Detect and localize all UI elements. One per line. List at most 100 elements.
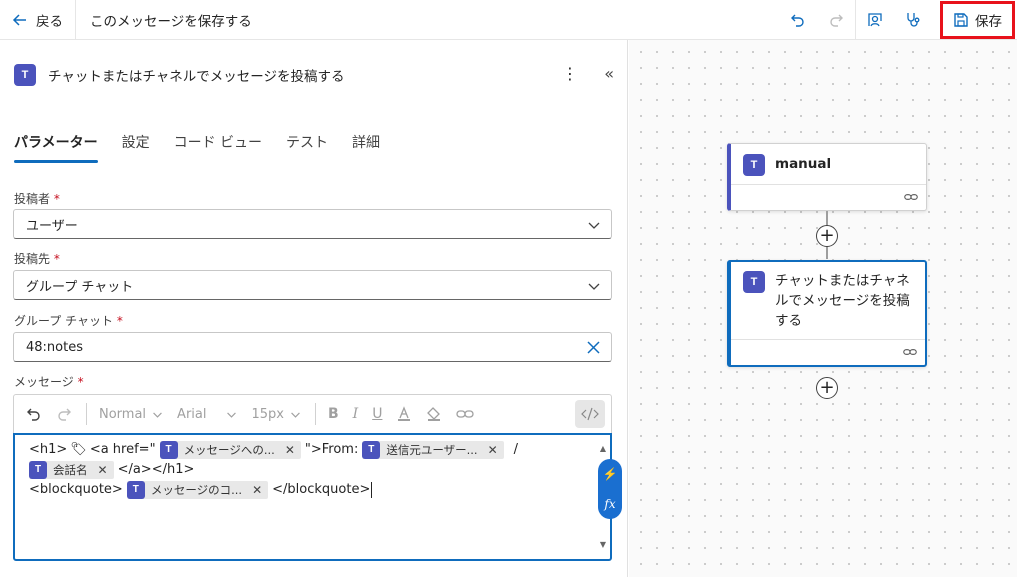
redo-button[interactable]: [817, 0, 855, 40]
flow-canvas: T manual + T チャットまたはチャネルでメッセージを投稿する +: [629, 40, 1017, 577]
group-chat-value: 48:notes: [26, 339, 83, 355]
action-panel: T チャットまたはチャネルでメッセージを投稿する ⋮ « パラメーター 設定 コ…: [0, 40, 628, 577]
tab-code-view[interactable]: コード ビュー: [174, 132, 262, 162]
top-actions: 保存: [779, 0, 1017, 40]
teams-icon: T: [126, 481, 145, 499]
divider: [314, 403, 316, 425]
link-icon: [904, 194, 918, 200]
editor-line: <h1> 🏷 <a href=" T メッセージへの... ✕ ">From: …: [29, 440, 596, 460]
back-arrow-icon: [12, 13, 26, 26]
flow-checker-button[interactable]: [856, 0, 894, 40]
underline-button[interactable]: U: [372, 406, 382, 422]
save-label: 保存: [975, 14, 1002, 30]
chevron-down-icon: [227, 412, 237, 418]
tab-test[interactable]: テスト: [286, 132, 328, 162]
back-button[interactable]: 戻る: [0, 0, 75, 40]
editor-toolbar: Normal Arial 15px B I U: [13, 394, 612, 433]
undo-icon: [791, 14, 804, 27]
plus-icon: +: [819, 377, 835, 398]
panel-tabs: パラメーター 設定 コード ビュー テスト 詳細: [14, 132, 380, 163]
plus-icon: +: [819, 225, 835, 246]
group-chat-input[interactable]: 48:notes: [13, 332, 612, 362]
stethoscope-icon: [907, 13, 920, 27]
bold-button[interactable]: B: [328, 406, 339, 422]
link-icon: [903, 349, 917, 355]
undo-icon: [27, 408, 40, 421]
fx-icon[interactable]: fx: [604, 494, 615, 514]
font-dropdown[interactable]: Arial: [177, 407, 237, 422]
editor-undo-button[interactable]: [26, 406, 42, 422]
link-icon: [456, 410, 475, 418]
chevron-down-icon: [588, 283, 600, 290]
tab-details[interactable]: 詳細: [352, 132, 380, 162]
redo-icon: [830, 14, 843, 27]
node-header: T manual: [731, 144, 926, 186]
top-bar: 戻る このメッセージを保存する 保存: [0, 0, 1017, 40]
font-color-button[interactable]: [396, 406, 412, 422]
node-footer: [731, 184, 926, 210]
bold-icon: B: [327, 406, 339, 422]
post-in-label: 投稿先 *: [14, 252, 60, 266]
node-title: チャットまたはチャネルでメッセージを投稿する: [775, 273, 910, 329]
redo-icon: [58, 408, 71, 421]
more-options-icon[interactable]: ⋮: [562, 66, 578, 82]
chevron-down-icon: [153, 412, 162, 418]
node-title: manual: [775, 156, 832, 172]
editor-line: <blockquote> T メッセージのコ... ✕ </blockquote…: [29, 480, 596, 500]
panel-title: チャットまたはチャネルでメッセージを投稿する: [48, 69, 345, 85]
group-chat-label: グループ チャット *: [14, 314, 123, 328]
add-step-button[interactable]: +: [816, 377, 838, 399]
message-label: メッセージ *: [14, 375, 84, 389]
remove-token-icon[interactable]: ✕: [488, 440, 498, 460]
lightning-icon[interactable]: ⚡: [603, 464, 618, 484]
poster-label: 投稿者 *: [14, 192, 60, 206]
dynamic-token[interactable]: T メッセージのコ... ✕: [126, 480, 269, 500]
test-button[interactable]: [894, 0, 932, 40]
dynamic-token[interactable]: T メッセージへの... ✕: [159, 440, 301, 460]
scroll-down-icon[interactable]: ▼: [600, 535, 606, 555]
dynamic-token[interactable]: T 会話名 ✕: [29, 461, 114, 479]
highlight-button[interactable]: [426, 406, 442, 422]
scroll-up-icon[interactable]: ▲: [600, 439, 606, 459]
teams-icon: T: [14, 64, 36, 86]
tag-icon: 🏷: [70, 442, 87, 457]
font-size-dropdown[interactable]: 15px: [251, 407, 301, 422]
collapse-panel-icon[interactable]: «: [604, 64, 614, 83]
teams-icon: T: [743, 271, 765, 293]
italic-icon: I: [352, 406, 359, 422]
remove-token-icon[interactable]: ✕: [252, 480, 262, 500]
link-button[interactable]: [456, 407, 475, 421]
post-in-value: グループ チャット: [26, 279, 134, 295]
paint-bucket-icon: [427, 407, 441, 421]
panel-header: T チャットまたはチャネルでメッセージを投稿する ⋮ «: [14, 64, 614, 86]
node-footer: [731, 339, 925, 365]
save-icon: [954, 13, 968, 27]
remove-token-icon[interactable]: ✕: [98, 460, 108, 480]
clear-icon[interactable]: [586, 340, 601, 355]
tab-parameters[interactable]: パラメーター: [14, 132, 98, 163]
node-header: T チャットまたはチャネルでメッセージを投稿する: [731, 262, 925, 341]
italic-button[interactable]: I: [353, 406, 359, 422]
chevron-down-icon: [588, 222, 600, 229]
post-in-dropdown[interactable]: グループ チャット: [13, 270, 612, 300]
editor-line: T 会話名 ✕ </a></h1>: [29, 460, 596, 480]
back-label: 戻る: [36, 13, 63, 30]
teams-icon: T: [362, 441, 381, 459]
dynamic-token[interactable]: T 送信元ユーザー... ✕: [362, 440, 504, 460]
font-color-icon: [398, 406, 411, 421]
code-view-toggle-button[interactable]: [575, 400, 605, 428]
undo-button[interactable]: [779, 0, 817, 40]
editor-redo-button[interactable]: [56, 406, 72, 422]
code-icon: [581, 407, 599, 421]
remove-token-icon[interactable]: ✕: [285, 440, 295, 460]
save-button[interactable]: 保存: [940, 1, 1015, 39]
add-step-button[interactable]: +: [816, 225, 838, 247]
node-manual[interactable]: T manual: [727, 143, 927, 211]
paragraph-style-dropdown[interactable]: Normal: [99, 407, 163, 422]
tab-settings[interactable]: 設定: [122, 132, 150, 162]
message-textarea[interactable]: <h1> 🏷 <a href=" T メッセージへの... ✕ ">From: …: [13, 433, 622, 561]
poster-dropdown[interactable]: ユーザー: [13, 209, 612, 239]
message-editor: Normal Arial 15px B I U <h1> 🏷 <a href="…: [13, 394, 622, 562]
dynamic-content-pill: ⚡ fx: [598, 459, 622, 519]
node-post-message[interactable]: T チャットまたはチャネルでメッセージを投稿する: [727, 260, 927, 367]
